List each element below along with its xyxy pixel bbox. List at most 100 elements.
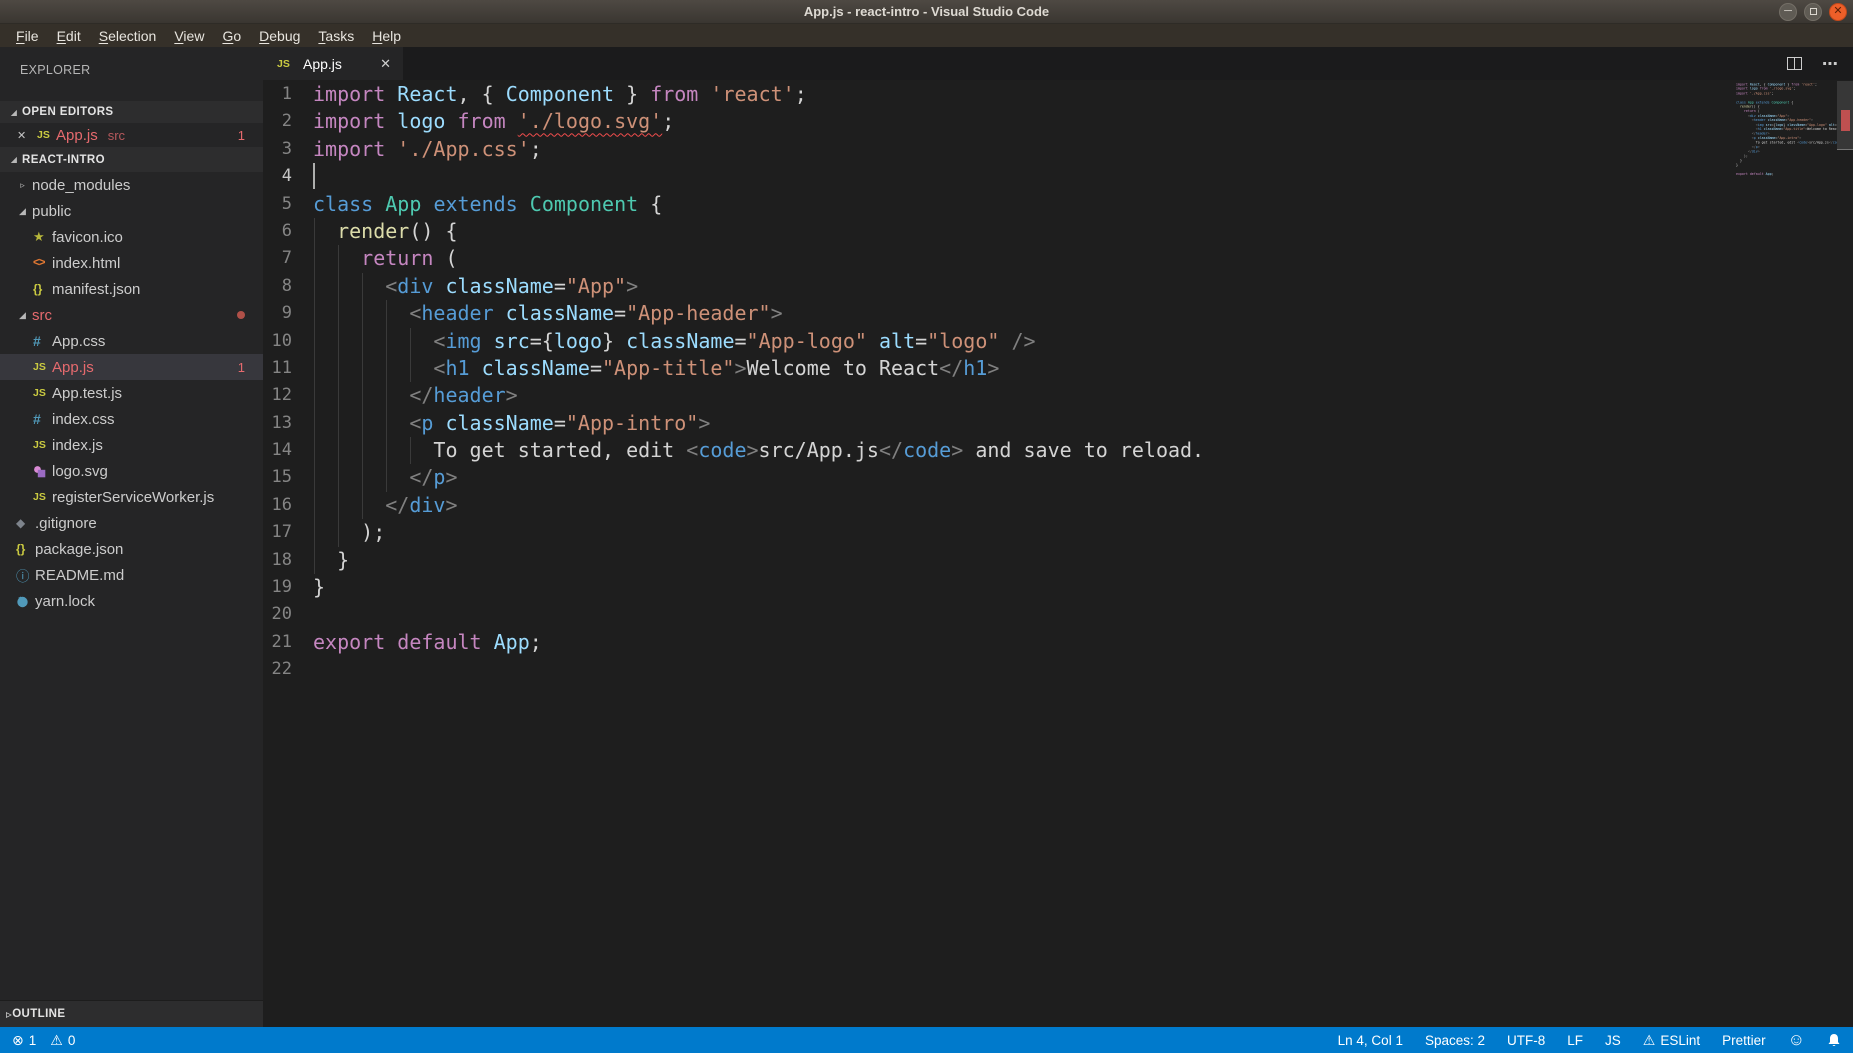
- tree-item-logo.svg[interactable]: logo.svg: [0, 458, 263, 484]
- menu-bar: FileEditSelectionViewGoDebugTasksHelp: [0, 24, 1853, 47]
- tree-item-README.md[interactable]: ⓘREADME.md: [0, 562, 263, 588]
- tree-item-src[interactable]: ◢src: [0, 302, 263, 328]
- code-line-10[interactable]: <img src={logo} className="App-logo" alt…: [313, 328, 1853, 355]
- code-line-8[interactable]: <div className="App">: [313, 273, 1853, 300]
- code-line-16[interactable]: </div>: [313, 492, 1853, 519]
- status-ln-4-col-1[interactable]: Ln 4, Col 1: [1338, 1033, 1403, 1048]
- menu-selection[interactable]: Selection: [90, 28, 166, 44]
- status-smiley[interactable]: ☺: [1788, 1030, 1805, 1050]
- tree-item-public[interactable]: ◢public: [0, 198, 263, 224]
- status-utf-8[interactable]: UTF-8: [1507, 1033, 1545, 1048]
- code-editor[interactable]: 12345678910111213141516171819202122 impo…: [263, 80, 1853, 1027]
- info-file-icon: ⓘ: [16, 565, 35, 585]
- line-number: 8: [263, 273, 313, 300]
- code-content[interactable]: import React, { Component } from 'react'…: [313, 81, 1853, 684]
- status-spaces-2[interactable]: Spaces: 2: [1425, 1033, 1485, 1048]
- status-js[interactable]: JS: [1605, 1033, 1621, 1048]
- tree-item-label: yarn.lock: [35, 593, 95, 610]
- close-editor-icon[interactable]: ✕: [17, 129, 37, 142]
- code-line-2[interactable]: import logo from './logo.svg';: [313, 108, 1853, 135]
- code-line-20[interactable]: [313, 601, 1853, 628]
- split-editor-icon[interactable]: [1787, 57, 1802, 70]
- code-line-22: [1736, 176, 1837, 180]
- maximize-button[interactable]: [1804, 3, 1822, 21]
- folder-section-header[interactable]: ◢ REACT-INTRO: [0, 147, 263, 172]
- code-line-22[interactable]: [313, 656, 1853, 683]
- tree-item-yarn.lock[interactable]: yarn.lock: [0, 588, 263, 614]
- code-line-4[interactable]: [313, 163, 1853, 190]
- chevron-collapsed-icon: ▹: [16, 180, 29, 191]
- tree-item-label: logo.svg: [52, 463, 108, 480]
- js-file-icon: JS: [37, 129, 56, 141]
- css-file-icon: #: [33, 411, 52, 427]
- line-number: 22: [263, 656, 313, 683]
- more-actions-icon[interactable]: ⋯: [1822, 54, 1839, 74]
- chevron-expanded-icon: ◢: [6, 108, 22, 117]
- code-line-3[interactable]: import './App.css';: [313, 136, 1853, 163]
- menu-go[interactable]: Go: [213, 28, 250, 44]
- code-line-21[interactable]: export default App;: [313, 629, 1853, 656]
- warning-count: 0: [68, 1033, 76, 1048]
- menu-edit[interactable]: Edit: [48, 28, 90, 44]
- tree-item-node_modules[interactable]: ▹node_modules: [0, 172, 263, 198]
- tree-item-index.html[interactable]: <>index.html: [0, 250, 263, 276]
- tab-appjs[interactable]: JS App.js ✕: [263, 47, 403, 80]
- tree-item-label: index.js: [52, 437, 103, 454]
- status-lf[interactable]: LF: [1567, 1033, 1583, 1048]
- menu-tasks[interactable]: Tasks: [309, 28, 363, 44]
- open-editor-label: App.js: [56, 127, 98, 144]
- tree-item-favicon.ico[interactable]: ★favicon.ico: [0, 224, 263, 250]
- status-eslint[interactable]: ⚠ESLint: [1643, 1032, 1700, 1049]
- menu-help[interactable]: Help: [363, 28, 410, 44]
- tree-item-index.js[interactable]: JSindex.js: [0, 432, 263, 458]
- menu-view[interactable]: View: [165, 28, 213, 44]
- problems-indicator[interactable]: ⊗ 1 ⚠ 0: [12, 1032, 75, 1049]
- tree-item-App.css[interactable]: #App.css: [0, 328, 263, 354]
- tab-close-icon[interactable]: ✕: [380, 56, 391, 72]
- feedback-smiley-icon: ☺: [1788, 1030, 1805, 1050]
- code-line-7[interactable]: return (: [313, 245, 1853, 272]
- line-number: 21: [263, 629, 313, 656]
- menu-debug[interactable]: Debug: [250, 28, 309, 44]
- overview-ruler: [1837, 80, 1853, 1027]
- vscode-window: App.js - react-intro - Visual Studio Cod…: [0, 0, 1853, 1053]
- open-editor-App.js[interactable]: ✕JSApp.jssrc1: [0, 123, 263, 147]
- tree-item-package.json[interactable]: {}package.json: [0, 536, 263, 562]
- tree-item-App.test.js[interactable]: JSApp.test.js: [0, 380, 263, 406]
- tree-item-index.css[interactable]: #index.css: [0, 406, 263, 432]
- status-prettier[interactable]: Prettier: [1722, 1033, 1766, 1048]
- outline-section-header[interactable]: ▹ OUTLINE: [0, 1000, 263, 1027]
- js-file-icon: JS: [33, 387, 52, 399]
- line-number: 20: [263, 601, 313, 628]
- tree-item-label: manifest.json: [52, 281, 140, 298]
- tree-item-registerServiceWorker.js[interactable]: JSregisterServiceWorker.js: [0, 484, 263, 510]
- minimap[interactable]: import React, { Component } from 'react'…: [1736, 82, 1837, 1027]
- line-number: 19: [263, 574, 313, 601]
- code-line-11[interactable]: <h1 className="App-title">Welcome to Rea…: [313, 355, 1853, 382]
- code-line-9[interactable]: <header className="App-header">: [313, 300, 1853, 327]
- tree-item-App.js[interactable]: JSApp.js1: [0, 354, 263, 380]
- code-line-5[interactable]: class App extends Component {: [313, 191, 1853, 218]
- code-line-18[interactable]: }: [313, 547, 1853, 574]
- code-line-19[interactable]: }: [313, 574, 1853, 601]
- code-line-6[interactable]: render() {: [313, 218, 1853, 245]
- star-file-icon: ★: [33, 229, 52, 245]
- code-line-14[interactable]: To get started, edit <code>src/App.js</c…: [313, 437, 1853, 464]
- status-bar: ⊗ 1 ⚠ 0 Ln 4, Col 1 Spaces: 2 UTF-8 LF JS ⚠ES…: [0, 1027, 1853, 1053]
- modified-dot-badge: [237, 311, 245, 319]
- open-editors-header[interactable]: ◢ OPEN EDITORS: [0, 101, 263, 123]
- scrollbar-slider[interactable]: [1837, 81, 1853, 150]
- menu-file[interactable]: File: [7, 28, 48, 44]
- line-number: 17: [263, 519, 313, 546]
- code-line-1[interactable]: import React, { Component } from 'react'…: [313, 81, 1853, 108]
- tree-item-manifest.json[interactable]: {}manifest.json: [0, 276, 263, 302]
- minimize-button[interactable]: ─: [1779, 3, 1797, 21]
- close-button[interactable]: ✕: [1829, 3, 1847, 21]
- line-number: 14: [263, 437, 313, 464]
- code-line-17[interactable]: );: [313, 519, 1853, 546]
- code-line-15[interactable]: </p>: [313, 464, 1853, 491]
- code-line-13[interactable]: <p className="App-intro">: [313, 410, 1853, 437]
- status-bell[interactable]: [1827, 1033, 1841, 1048]
- code-line-12[interactable]: </header>: [313, 382, 1853, 409]
- tree-item-.gitignore[interactable]: ◆.gitignore: [0, 510, 263, 536]
